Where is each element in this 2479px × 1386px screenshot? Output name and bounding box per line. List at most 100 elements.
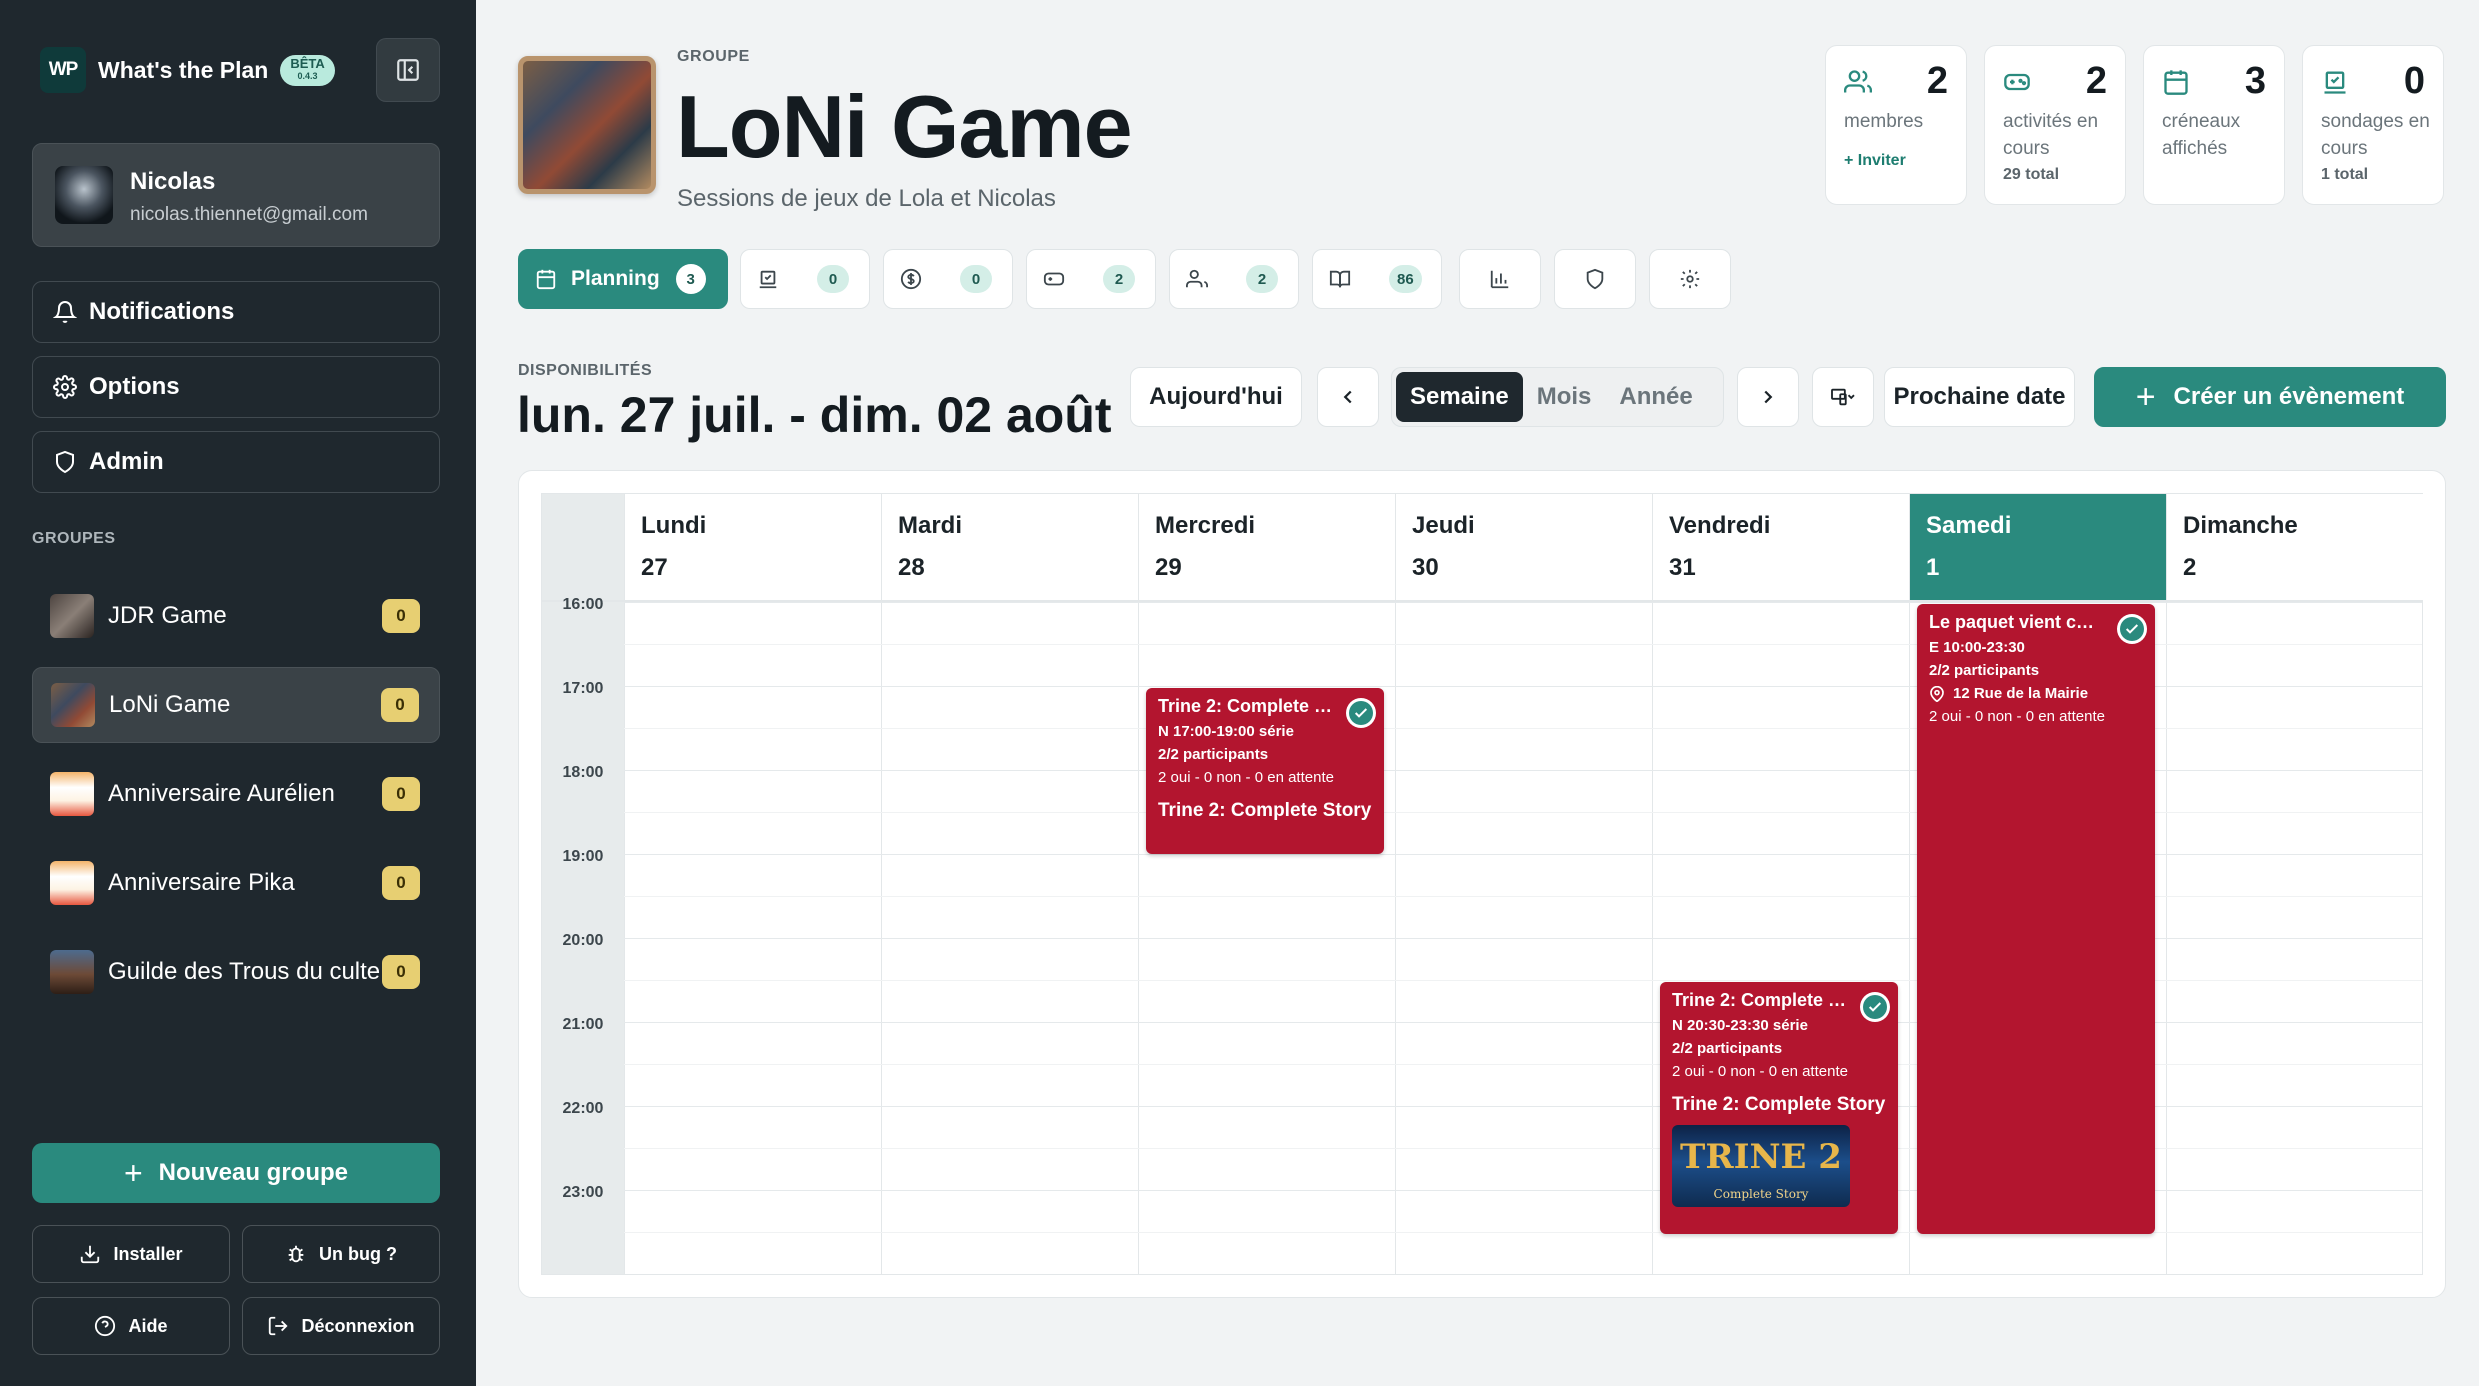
sidebar-group-jdr-game[interactable]: JDR Game 0 (32, 578, 440, 654)
event-time: N 20:30-23:30 série (1672, 1017, 1808, 1034)
logout-button[interactable]: Déconnexion (242, 1297, 440, 1355)
check-circle-icon (1860, 992, 1890, 1022)
check-circle-icon (2117, 614, 2147, 644)
tab-expenses[interactable]: 0 (883, 249, 1013, 309)
gamepad-icon (1043, 272, 1065, 286)
event-votes: 2 oui - 0 non - 0 en attente (1672, 1063, 1848, 1080)
next-button[interactable] (1737, 367, 1799, 427)
tab-polls[interactable]: 0 (740, 249, 870, 309)
download-icon (81, 1245, 100, 1264)
tab-stats[interactable] (1459, 249, 1541, 309)
sidebar-group-guilde[interactable]: Guilde des Trous du culte 0 (32, 934, 440, 1010)
hour-label: 16:00 (562, 596, 604, 613)
calendar-event[interactable]: Trine 2: Complete Story N 17:00-19:00 sé… (1146, 688, 1384, 854)
tab-activities[interactable]: 2 (1026, 249, 1156, 309)
plus-icon: + (2135, 378, 2156, 416)
user-card[interactable]: Nicolas nicolas.thiennet@gmail.com (32, 143, 440, 247)
today-button[interactable]: Aujourd'hui (1130, 367, 1302, 427)
devices-icon (1831, 388, 1855, 406)
group-cover-image (518, 56, 656, 194)
version-label: 0.4.3 (297, 70, 318, 81)
tab-count: 86 (1389, 265, 1422, 293)
groups-section-title: GROUPES (32, 530, 116, 547)
logout-icon (269, 1316, 289, 1336)
day-date: 27 (641, 554, 668, 581)
day-header-saturday: Samedi 1 (1909, 494, 2166, 600)
new-group-button[interactable]: + Nouveau groupe (32, 1143, 440, 1203)
tab-count: 2 (1246, 265, 1278, 293)
book-icon (1329, 270, 1351, 288)
event-votes: 2 oui - 0 non - 0 en attente (1929, 708, 2105, 725)
help-icon (95, 1315, 116, 1337)
users-icon (1186, 269, 1208, 288)
app-name: What's the Plan (98, 56, 269, 83)
tab-permissions[interactable] (1554, 249, 1636, 309)
event-title: Trine 2: Complete Story (1158, 696, 1334, 716)
install-button[interactable]: Installer (32, 1225, 230, 1283)
tab-count: 3 (675, 264, 706, 294)
tab-settings[interactable] (1649, 249, 1731, 309)
invite-link[interactable]: + Inviter (1844, 152, 1906, 170)
day-header-monday: Lundi 27 (624, 494, 881, 600)
day-name: Lundi (641, 512, 707, 539)
notifications-label: Notifications (89, 298, 235, 325)
stat-activities: 2 activités en cours 29 total (1984, 45, 2126, 205)
event-participants: 2/2 participants (1158, 746, 1269, 763)
event-participants: 2/2 participants (1929, 662, 2040, 679)
group-thumbnail (51, 683, 95, 727)
page-title: LoNi Game (676, 77, 1133, 176)
stat-label: sondages en cours (2321, 111, 2430, 159)
report-bug-button[interactable]: Un bug ? (242, 1225, 440, 1283)
sidebar-group-anniversaire-aurelien[interactable]: Anniversaire Aurélien 0 (32, 756, 440, 832)
calendar-event[interactable]: Le paquet vient chez E 10:00-23:30 2/2 p… (1917, 604, 2155, 1234)
view-month-button[interactable]: Mois (1523, 372, 1606, 422)
column-divider (2166, 600, 2167, 1274)
event-game: Trine 2: Complete Story (1158, 800, 1372, 821)
view-week-button[interactable]: Semaine (1396, 372, 1523, 422)
column-divider (1652, 600, 1653, 1274)
stat-value: 2 (2085, 60, 2107, 102)
day-name: Dimanche (2183, 512, 2298, 539)
view-switcher: Semaine Mois Année (1391, 367, 1724, 427)
sidebar-group-anniversaire-pika[interactable]: Anniversaire Pika 0 (32, 845, 440, 921)
admin-button[interactable]: Admin (32, 431, 440, 493)
day-date: 28 (898, 554, 925, 581)
group-count-badge: 0 (382, 777, 420, 811)
next-date-button[interactable]: Prochaine date (1884, 367, 2075, 427)
hour-label: 18:00 (562, 764, 604, 781)
event-location: 12 Rue de la Mairie (1929, 685, 2143, 702)
tab-library[interactable]: 86 (1312, 249, 1442, 309)
planning-overline: DISPONIBILITÉS (518, 362, 653, 379)
device-view-dropdown[interactable] (1812, 367, 1874, 427)
previous-button[interactable] (1317, 367, 1379, 427)
sidebar-group-loni-game[interactable]: LoNi Game 0 (32, 667, 440, 743)
brand[interactable]: WP What's the Plan BÊTA 0.4.3 (40, 47, 335, 93)
options-button[interactable]: Options (32, 356, 440, 418)
gamepad-icon (2004, 73, 2030, 91)
view-year-button[interactable]: Année (1605, 372, 1706, 422)
help-button[interactable]: Aide (32, 1297, 230, 1355)
day-date: 29 (1155, 554, 1182, 581)
stat-extra: 1 total (2321, 166, 2369, 183)
event-time: N 17:00-19:00 série (1158, 723, 1294, 740)
calendar-event[interactable]: Trine 2: Complete Story N 20:30-23:30 sé… (1660, 982, 1898, 1234)
tab-label: Planning (571, 267, 660, 290)
collapse-sidebar-button[interactable] (376, 38, 440, 102)
tab-members[interactable]: 2 (1169, 249, 1299, 309)
stat-label: membres (1844, 111, 1924, 132)
day-date: 2 (2183, 554, 2197, 581)
stat-value: 3 (2244, 60, 2266, 102)
group-count-badge: 0 (382, 866, 420, 900)
stat-slots: 3 créneaux affichés (2143, 45, 2285, 205)
group-thumbnail (50, 950, 94, 994)
page-subtitle: Sessions de jeux de Lola et Nicolas (677, 185, 1056, 212)
notifications-button[interactable]: Notifications (32, 281, 440, 343)
calendar-icon (536, 269, 556, 290)
tab-planning[interactable]: Planning 3 (518, 249, 728, 309)
day-name: Jeudi (1412, 512, 1475, 539)
hour-label: 19:00 (562, 848, 604, 865)
stat-value: 2 (1926, 60, 1948, 102)
check-circle-icon (1346, 698, 1376, 728)
create-event-button[interactable]: + Créer un évènement (2094, 367, 2446, 427)
stat-label: créneaux affichés (2162, 111, 2241, 159)
